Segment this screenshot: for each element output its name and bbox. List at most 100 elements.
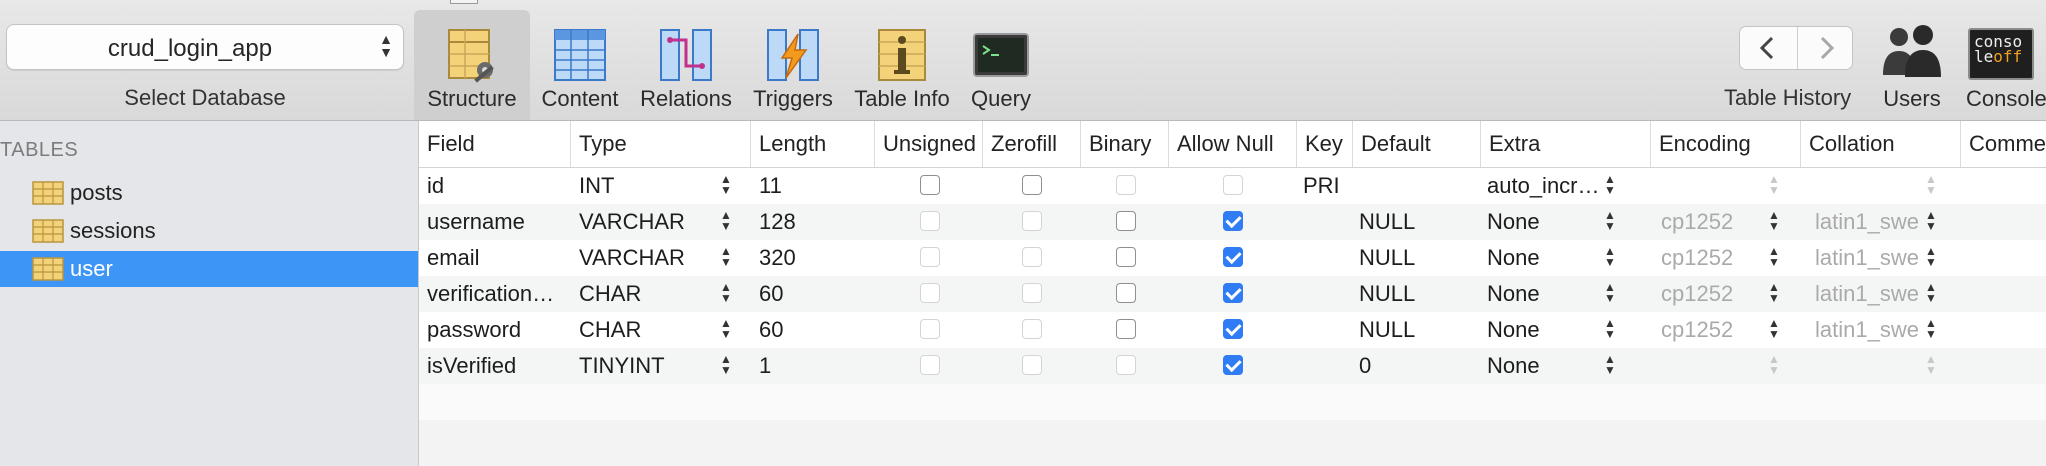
comment-cell[interactable] (1961, 240, 2046, 276)
collation-stepper-icon[interactable]: ▲ ▼ (1924, 209, 1938, 234)
allow-null-checkbox[interactable] (1223, 355, 1243, 375)
collation-stepper-icon[interactable]: ▲ ▼ (1924, 281, 1938, 306)
unsigned-checkbox[interactable] (920, 283, 940, 303)
type-cell[interactable]: CHAR (571, 312, 711, 348)
binary-checkbox[interactable] (1116, 355, 1136, 375)
length-cell[interactable]: 60 (751, 276, 871, 312)
comment-cell[interactable] (1961, 312, 2046, 348)
binary-checkbox[interactable] (1116, 319, 1136, 339)
type-cell[interactable]: VARCHAR (571, 240, 711, 276)
default-cell[interactable]: NULL (1353, 276, 1481, 312)
table-row[interactable]: email VARCHAR ▲ ▼ 320 NULL None ▲ ▼ cp1252 ▲ ▼ latin… (419, 240, 2046, 276)
field-name-cell[interactable]: username (419, 204, 569, 240)
tab-table-info[interactable]: Table Info (846, 10, 958, 120)
default-cell[interactable]: 0 (1353, 348, 1481, 384)
column-header-default[interactable]: Default (1353, 121, 1481, 167)
sidebar-table-posts[interactable]: posts (0, 175, 418, 211)
unsigned-checkbox[interactable] (920, 211, 940, 231)
length-cell[interactable]: 128 (751, 204, 871, 240)
binary-checkbox[interactable] (1116, 283, 1136, 303)
zerofill-checkbox[interactable] (1022, 175, 1042, 195)
unsigned-checkbox[interactable] (920, 175, 940, 195)
extra-cell[interactable]: None (1481, 240, 1605, 276)
type-stepper-icon[interactable]: ▲ ▼ (719, 317, 733, 342)
collation-cell[interactable]: latin1_swe (1801, 276, 1921, 312)
tab-structure[interactable]: Structure (414, 10, 530, 120)
collation-cell[interactable] (1801, 348, 1921, 384)
column-header-extra[interactable]: Extra (1481, 121, 1651, 167)
unsigned-checkbox[interactable] (920, 319, 940, 339)
extra-stepper-icon[interactable]: ▲ ▼ (1603, 353, 1617, 378)
encoding-stepper-icon[interactable]: ▲ ▼ (1767, 209, 1781, 234)
column-header-collation[interactable]: Collation (1801, 121, 1961, 167)
length-cell[interactable]: 320 (751, 240, 871, 276)
encoding-stepper-icon[interactable]: ▲ ▼ (1767, 353, 1781, 378)
type-stepper-icon[interactable]: ▲ ▼ (719, 281, 733, 306)
allow-null-checkbox[interactable] (1223, 319, 1243, 339)
sidebar-table-sessions[interactable]: sessions (0, 213, 418, 249)
extra-stepper-icon[interactable]: ▲ ▼ (1603, 317, 1617, 342)
tab-triggers[interactable]: Triggers (746, 10, 840, 120)
encoding-cell[interactable] (1651, 168, 1763, 204)
collation-cell[interactable]: latin1_swe (1801, 240, 1921, 276)
collation-stepper-icon[interactable]: ▲ ▼ (1924, 353, 1938, 378)
collation-cell[interactable] (1801, 168, 1921, 204)
encoding-cell[interactable]: cp1252 (1651, 276, 1763, 312)
default-cell[interactable]: NULL (1353, 240, 1481, 276)
encoding-cell[interactable] (1651, 348, 1763, 384)
zerofill-checkbox[interactable] (1022, 283, 1042, 303)
zerofill-checkbox[interactable] (1022, 319, 1042, 339)
type-stepper-icon[interactable]: ▲ ▼ (719, 209, 733, 234)
column-header-comment[interactable]: Comment (1961, 121, 2046, 167)
type-cell[interactable]: VARCHAR (571, 204, 711, 240)
comment-cell[interactable] (1961, 204, 2046, 240)
extra-stepper-icon[interactable]: ▲ ▼ (1603, 245, 1617, 270)
unsigned-checkbox[interactable] (920, 247, 940, 267)
column-header-key[interactable]: Key (1297, 121, 1353, 167)
history-back-button[interactable] (1740, 27, 1796, 69)
collation-cell[interactable]: latin1_swe (1801, 204, 1921, 240)
collation-cell[interactable]: latin1_swe (1801, 312, 1921, 348)
encoding-stepper-icon[interactable]: ▲ ▼ (1767, 173, 1781, 198)
column-header-binary[interactable]: Binary (1081, 121, 1169, 167)
type-stepper-icon[interactable]: ▲ ▼ (719, 245, 733, 270)
extra-cell[interactable]: auto_incr… (1481, 168, 1605, 204)
length-cell[interactable]: 60 (751, 312, 871, 348)
collation-stepper-icon[interactable]: ▲ ▼ (1924, 317, 1938, 342)
encoding-cell[interactable]: cp1252 (1651, 240, 1763, 276)
type-cell[interactable]: CHAR (571, 276, 711, 312)
encoding-stepper-icon[interactable]: ▲ ▼ (1767, 281, 1781, 306)
column-header-unsigned[interactable]: Unsigned (875, 121, 983, 167)
default-cell[interactable]: NULL (1353, 312, 1481, 348)
binary-checkbox[interactable] (1116, 247, 1136, 267)
default-cell[interactable]: NULL (1353, 204, 1481, 240)
sidebar-table-user[interactable]: user (0, 251, 418, 287)
table-row[interactable]: isVerified TINYINT ▲ ▼ 1 0 None ▲ ▼ ▲ ▼ ▲ ▼ (419, 348, 2046, 384)
default-cell[interactable] (1353, 168, 1481, 204)
zerofill-checkbox[interactable] (1022, 355, 1042, 375)
console-button[interactable]: conso leoff Console (1958, 10, 2046, 120)
encoding-stepper-icon[interactable]: ▲ ▼ (1767, 245, 1781, 270)
field-name-cell[interactable]: verification… (419, 276, 569, 312)
table-row[interactable]: username VARCHAR ▲ ▼ 128 NULL None ▲ ▼ cp1252 ▲ ▼ la… (419, 204, 2046, 240)
history-forward-button[interactable] (1797, 27, 1854, 69)
collation-stepper-icon[interactable]: ▲ ▼ (1924, 173, 1938, 198)
tab-relations[interactable]: Relations (632, 10, 740, 120)
comment-cell[interactable] (1961, 348, 2046, 384)
type-stepper-icon[interactable]: ▲ ▼ (719, 173, 733, 198)
database-select[interactable]: crud_login_app ▲ ▼ (6, 24, 404, 70)
comment-cell[interactable] (1961, 276, 2046, 312)
allow-null-checkbox[interactable] (1223, 283, 1243, 303)
extra-stepper-icon[interactable]: ▲ ▼ (1603, 173, 1617, 198)
type-cell[interactable]: INT (571, 168, 711, 204)
zerofill-checkbox[interactable] (1022, 211, 1042, 231)
field-name-cell[interactable]: password (419, 312, 569, 348)
column-header-zerofill[interactable]: Zerofill (983, 121, 1081, 167)
column-header-length[interactable]: Length (751, 121, 875, 167)
column-header-allow-null[interactable]: Allow Null (1169, 121, 1297, 167)
length-cell[interactable]: 11 (751, 168, 871, 204)
column-header-type[interactable]: Type (571, 121, 751, 167)
unsigned-checkbox[interactable] (920, 355, 940, 375)
users-button[interactable]: Users (1872, 10, 1952, 120)
zerofill-checkbox[interactable] (1022, 247, 1042, 267)
